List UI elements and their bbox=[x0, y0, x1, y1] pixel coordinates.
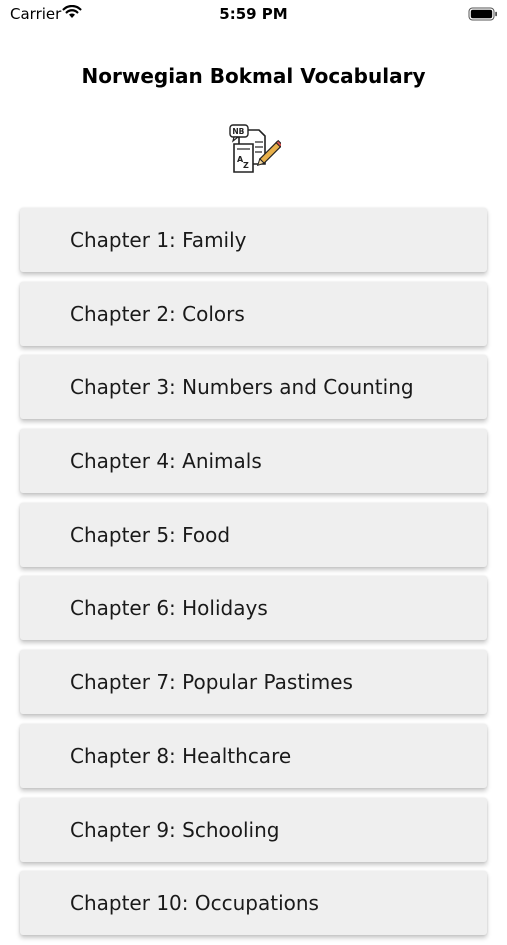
status-bar: Carrier 5:59 PM bbox=[0, 0, 507, 28]
chapter-2-button[interactable]: Chapter 2: Colors bbox=[20, 281, 487, 346]
logo-badge-text: NB bbox=[232, 127, 244, 136]
chapter-9-button[interactable]: Chapter 9: Schooling bbox=[20, 797, 487, 862]
svg-text:Z: Z bbox=[243, 161, 249, 170]
chapter-4-button[interactable]: Chapter 4: Animals bbox=[20, 429, 487, 494]
chapter-8-button[interactable]: Chapter 8: Healthcare bbox=[20, 723, 487, 788]
chapter-1-button[interactable]: Chapter 1: Family bbox=[20, 208, 487, 272]
battery-icon bbox=[468, 7, 498, 26]
chapter-5-button[interactable]: Chapter 5: Food bbox=[20, 502, 487, 567]
chapter-3-button[interactable]: Chapter 3: Numbers and Counting bbox=[20, 355, 487, 420]
status-time: 5:59 PM bbox=[219, 5, 288, 23]
chapter-list: Chapter 1: Family Chapter 2: Colors Chap… bbox=[20, 208, 487, 945]
chapter-6-button[interactable]: Chapter 6: Holidays bbox=[20, 576, 487, 641]
chapter-10-button[interactable]: Chapter 10: Occupations bbox=[20, 871, 487, 936]
page-title: Norwegian Bokmal Vocabulary bbox=[81, 64, 426, 88]
app-logo-icon: A Z NB bbox=[229, 124, 284, 176]
chapter-7-button[interactable]: Chapter 7: Popular Pastimes bbox=[20, 650, 487, 715]
